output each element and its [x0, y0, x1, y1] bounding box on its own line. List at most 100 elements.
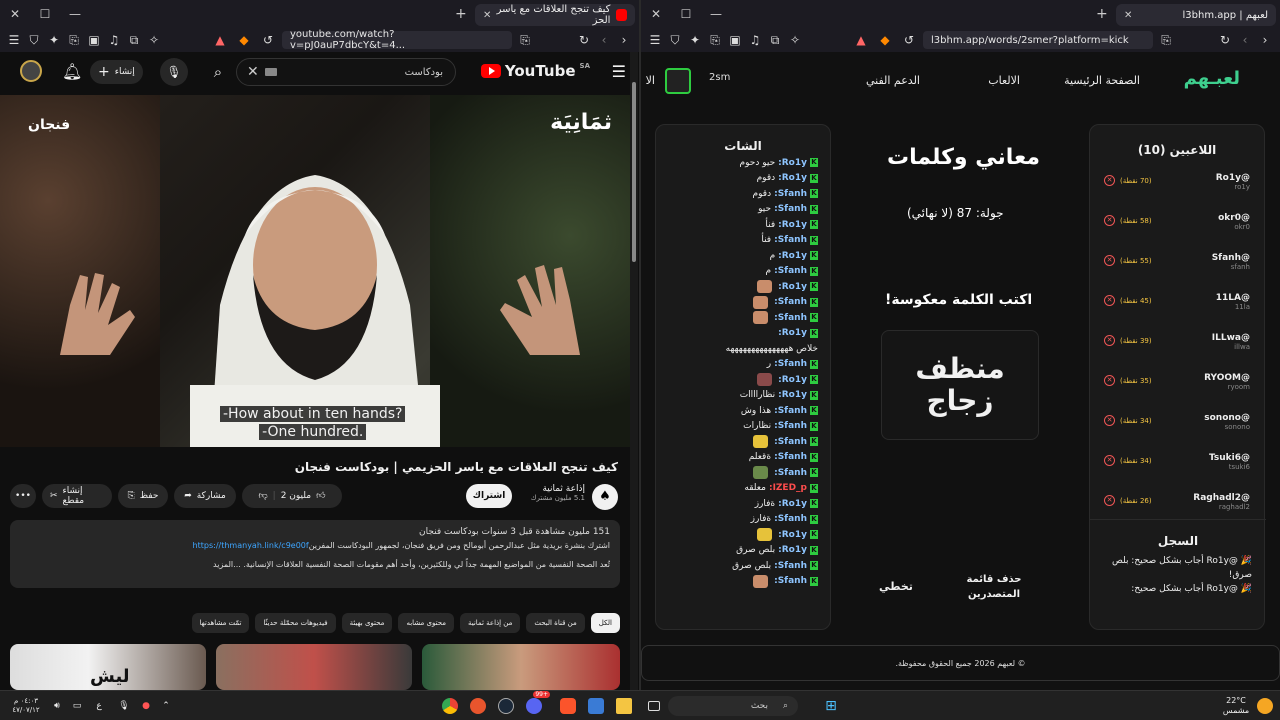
bookmark-star-icon[interactable]: ⎘ [515, 33, 535, 48]
aurora-icon[interactable]: ▲ [851, 33, 871, 47]
chip-watched[interactable]: تمّت مشاهدتها [191, 613, 250, 633]
remove-player-icon[interactable]: ✕ [1104, 495, 1115, 506]
video-description[interactable]: 151 مليون مشاهدة قبل 3 سنوات بودكاست فنج… [10, 520, 620, 588]
store-icon[interactable] [586, 697, 606, 715]
shield-icon[interactable]: ⛉ [665, 33, 685, 48]
hamburger-menu-icon[interactable]: ☰ [612, 62, 626, 81]
close-tab-icon[interactable]: ✕ [1124, 10, 1132, 21]
site-logo[interactable]: لعبـهم [1184, 68, 1240, 89]
record-icon[interactable]: ● [138, 697, 154, 715]
brave-taskbar-icon[interactable] [558, 697, 578, 715]
video-player[interactable]: ثمَانِيَة فنجان -How about in ten hands?… [0, 95, 630, 447]
extensions-icon[interactable]: ✦ [44, 33, 64, 47]
brave-icon[interactable]: ◆ [875, 33, 895, 47]
close-tab-icon[interactable]: ✕ [483, 10, 491, 21]
avatar[interactable] [20, 60, 42, 82]
notifications-bell-icon[interactable]: 🔔︎ [62, 62, 82, 81]
remove-player-icon[interactable]: ✕ [1104, 375, 1115, 386]
tab-youtube[interactable]: كيف تنجح العلاقات مع ياسر الحز ✕ [475, 4, 635, 26]
scrollbar-thumb[interactable] [632, 82, 636, 262]
save-button[interactable]: ⎘ حفظ [118, 484, 168, 508]
chrome-icon[interactable] [440, 697, 460, 715]
clip-button[interactable]: ✂ إنشاء مقطع [42, 484, 112, 508]
thumbnail-2[interactable] [216, 644, 412, 690]
steam-icon[interactable] [496, 697, 516, 715]
maximize-icon[interactable]: ☐ [671, 7, 701, 21]
tab-l3bhm[interactable]: لعبهم | l3bhm.app ✕ [1116, 4, 1276, 26]
bookmark-icon[interactable]: ⎘ [705, 33, 725, 48]
minimize-icon[interactable]: — [701, 7, 731, 21]
thumbnail-1[interactable]: ليش [10, 644, 206, 690]
remove-player-icon[interactable]: ✕ [1104, 255, 1115, 266]
minimize-icon[interactable]: — [60, 7, 90, 21]
bookmark-star-icon[interactable]: ⎘ [1156, 33, 1176, 48]
maximize-icon[interactable]: ☐ [30, 7, 60, 21]
music-icon[interactable]: ♫ [745, 33, 765, 47]
puzzle-icon[interactable]: ✧ [785, 33, 805, 47]
clear-search-icon[interactable]: ✕ [247, 64, 259, 80]
remove-player-icon[interactable]: ✕ [1104, 335, 1115, 346]
microphone-icon[interactable]: 🎙︎ [116, 697, 132, 715]
page-scrollbar[interactable] [630, 52, 638, 690]
user-avatar[interactable] [665, 68, 691, 94]
search-icon[interactable]: ⌕ [200, 58, 236, 86]
shield-icon[interactable]: ⛉ [24, 33, 44, 48]
remove-player-icon[interactable]: ✕ [1104, 415, 1115, 426]
language-indicator[interactable]: ع [92, 697, 106, 715]
skip-button[interactable]: تخطي [879, 580, 913, 593]
nav-more[interactable]: الا [646, 74, 655, 87]
channel-info[interactable]: إذاعة ثمانية 5.1 مليون مشترك [525, 484, 585, 502]
channel-avatar-icon[interactable]: ♠ [592, 484, 618, 510]
extensions-icon[interactable]: ✦ [685, 33, 705, 47]
like-icon[interactable]: 👍︎ [316, 491, 325, 501]
close-window-icon[interactable]: ✕ [641, 7, 671, 21]
network-icon[interactable]: ▭ [68, 697, 86, 715]
keyboard-icon[interactable] [265, 68, 277, 76]
reload-page-icon[interactable]: ↺ [258, 33, 278, 47]
voice-search-microphone-icon[interactable]: 🎙︎ [160, 58, 188, 86]
thumbnail-3[interactable] [422, 644, 620, 690]
chip-channel[interactable]: من إذاعة ثمانية [459, 613, 521, 633]
chip-style[interactable]: محتوى بهيئة [341, 613, 393, 633]
remove-player-icon[interactable]: ✕ [1104, 295, 1115, 306]
file-explorer-icon[interactable] [614, 697, 634, 715]
remove-player-icon[interactable]: ✕ [1104, 455, 1115, 466]
task-view-icon[interactable] [644, 697, 664, 715]
url-field[interactable]: youtube.com/watch?v=pJ0auP7dbcY&t=4... [282, 29, 512, 51]
more-actions-button[interactable]: ••• [10, 484, 36, 508]
refresh-icon[interactable]: ↻ [1215, 33, 1235, 47]
new-tab-icon[interactable]: + [1096, 6, 1108, 22]
screenshot-icon[interactable]: ⧉ [124, 33, 144, 48]
nav-support[interactable]: الدعم الفني [866, 74, 920, 87]
music-icon[interactable]: ♫ [104, 33, 124, 47]
new-tab-icon[interactable]: + [455, 6, 467, 22]
desc-link[interactable]: https://thmanyah.link/c9e00f [193, 541, 309, 550]
discord-icon[interactable]: 99+ [524, 691, 550, 715]
nav-games[interactable]: الالعاب [988, 74, 1020, 87]
subscribe-button[interactable]: اشتراك [466, 484, 512, 508]
chip-similar[interactable]: محتوى مشابه [398, 613, 454, 633]
sidebar-icon[interactable]: ▣ [725, 33, 745, 47]
youtube-logo[interactable]: YouTube SA [480, 62, 590, 80]
sidebar-icon[interactable]: ▣ [84, 33, 104, 47]
chip-recent[interactable]: فيديوهات محمّلة حديثًا [255, 613, 336, 633]
back-icon[interactable]: ‹ [1235, 33, 1255, 47]
forward-icon[interactable]: › [1255, 33, 1275, 47]
aurora-icon[interactable]: ▲ [210, 33, 230, 47]
tray-chevron-icon[interactable]: ⌃ [158, 697, 174, 715]
app-icon-orange[interactable] [468, 697, 488, 715]
remove-player-icon[interactable]: ✕ [1104, 175, 1115, 186]
menu-icon[interactable]: ☰ [645, 33, 665, 47]
chip-search[interactable]: من قناة البحث [526, 613, 585, 633]
taskbar-search-input[interactable]: بحث ⌕ [668, 696, 798, 716]
menu-icon[interactable]: ☰ [4, 33, 24, 47]
volume-icon[interactable]: 🔊︎ [48, 697, 66, 715]
windows-start-icon[interactable]: ⊞ [822, 697, 840, 715]
chip-all[interactable]: الكل [590, 613, 620, 633]
screenshot-icon[interactable]: ⧉ [765, 33, 785, 48]
back-icon[interactable]: ‹ [594, 33, 614, 47]
create-button[interactable]: + إنشاء [90, 60, 143, 84]
reload-page-icon[interactable]: ↺ [899, 33, 919, 47]
puzzle-icon[interactable]: ✧ [144, 33, 164, 47]
search-input[interactable]: ✕ بودكاست [236, 58, 456, 86]
